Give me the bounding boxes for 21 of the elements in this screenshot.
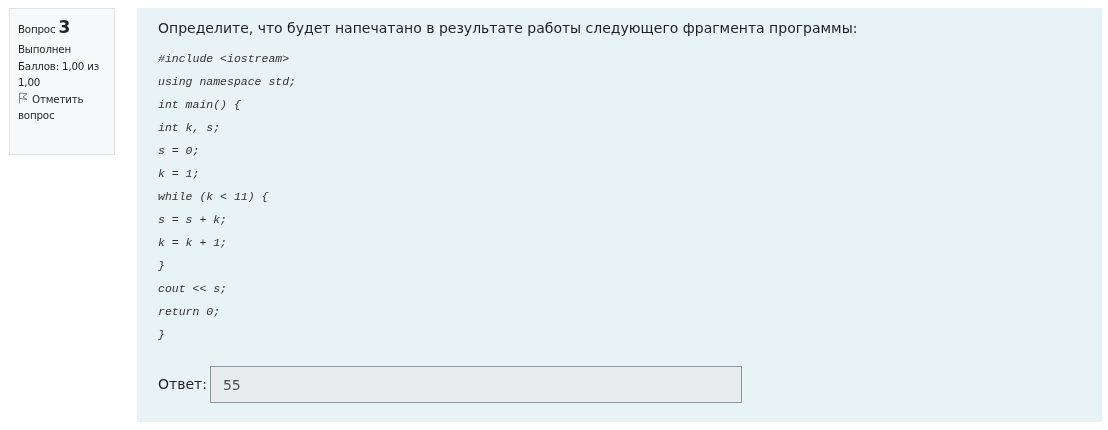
flag-icon [18,91,28,104]
code-line: k = k + 1; [158,235,227,251]
answer-label: Ответ: [158,375,207,394]
code-line: using namespace std; [158,74,297,90]
code-line: k = 1; [158,166,200,182]
question-label: Вопрос [18,23,56,35]
code-line: int main() { [158,97,241,113]
code-line: s = s + k; [158,212,227,228]
code-line: cout << s; [158,281,227,297]
question-text: Определите, что будет напечатано в результате работы следующего фрагмента программы: [158,19,859,38]
code-line: #include <iostream> [158,51,290,67]
code-line: } [158,258,165,274]
question-state: Выполнен [18,42,72,58]
question-number: 3 [58,17,71,37]
code-line: int k, s; [158,120,221,136]
flag-question-link[interactable]: Отметить вопрос [18,90,108,124]
code-line: } [158,327,165,343]
code-line: return 0; [158,304,221,320]
question-grade: Баллов: 1,00 из 1,00 [18,58,100,91]
code-line: s = 0; [158,143,200,159]
code-line: while (k < 11) { [158,189,269,205]
